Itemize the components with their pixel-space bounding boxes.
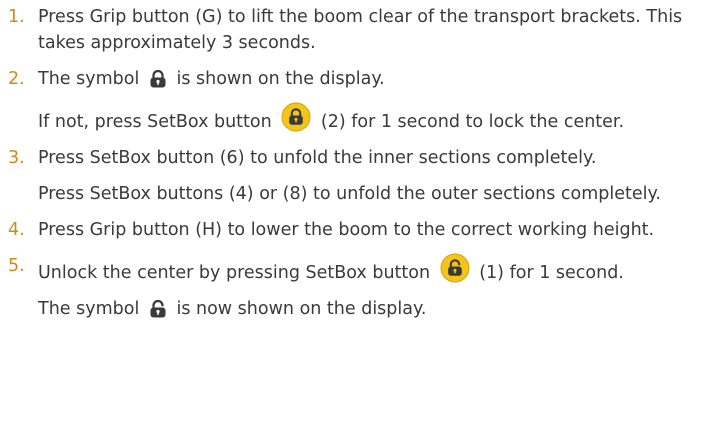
step-2: 2. The symbol is shown on the display. I… [8,66,709,135]
locked-symbol-icon [149,69,167,89]
step-body: Press SetBox button (6) to unfold the in… [38,145,708,207]
unlocked-symbol-icon [149,299,167,319]
step-body: Unlock the center by pressing SetBox but… [38,253,708,322]
text-before-icon: The symbol [38,299,140,319]
step-body: Press Grip button (G) to lift the boom c… [38,4,708,56]
step-3: 3. Press SetBox button (6) to unfold the… [8,145,709,207]
step-4: 4. Press Grip button (H) to lower the bo… [8,217,709,243]
text-before-icon: If not, press SetBox button [38,112,272,132]
text-after-icon: is now shown on the display. [176,299,427,319]
step-body: Press Grip button (H) to lower the boom … [38,217,708,243]
text-after-icon: is shown on the display. [176,69,385,89]
setbox-unlock-button-icon [440,253,470,283]
setbox-lock-button-icon [281,102,311,132]
step-text: Press Grip button (G) to lift the boom c… [38,7,683,53]
step-text: Press Grip button (H) to lower the boom … [38,220,655,240]
text-before-icon: The symbol [38,69,140,89]
step-number: 5. [8,256,25,276]
instruction-page: 1. Press Grip button (G) to lift the boo… [0,0,709,435]
step-text: If not, press SetBox button (2) for 1 se… [38,102,708,135]
step-text: Press SetBox buttons (4) or (8) to unfol… [38,184,661,204]
text-before-icon: Unlock the center by pressing SetBox but… [38,263,431,283]
step-number: 2. [8,69,25,89]
step-text: The symbol is shown on the display. [38,66,708,92]
text-after-icon: (2) for 1 second to lock the center. [320,112,625,132]
text-after-icon: (1) for 1 second. [479,263,624,283]
step-number: 4. [8,220,25,240]
step-5: 5. Unlock the center by pressing SetBox … [8,253,709,322]
step-number: 1. [8,7,25,27]
step-body: The symbol is shown on the display. If n… [38,66,708,135]
step-text: The symbol is now shown on the display. [38,296,708,322]
step-number: 3. [8,148,25,168]
step-1: 1. Press Grip button (G) to lift the boo… [8,4,709,56]
step-text: Press SetBox button (6) to unfold the in… [38,148,597,168]
step-text: Unlock the center by pressing SetBox but… [38,253,708,286]
